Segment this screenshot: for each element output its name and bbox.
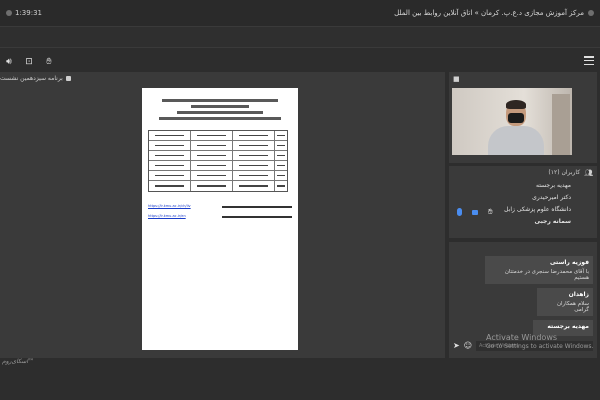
chat-text: سلام همکاران گرامی [556,301,589,313]
microphone-icon[interactable] [457,208,462,216]
presentation-title: برنامه سیزدهمین نشست [0,74,63,82]
presentation-header: برنامه سیزدهمین نشست [0,72,445,84]
chat-text: با آقای محمدرضا سنجری در خدمتتان هستیم [504,269,589,281]
chat-message: زاهدان سلام همکاران گرامی [537,288,593,316]
document-link-1[interactable]: https://lr.kmu.ac.ir/ch/liv [148,204,191,208]
webcam-video[interactable] [452,88,572,155]
send-icon[interactable]: ➤ [453,342,460,350]
activate-title: Activate Windows [486,333,558,342]
share-icon[interactable]: ⊡ [24,57,34,67]
users-icon: 👥︎ [584,168,593,177]
camera-icon: ■ [453,74,460,83]
users-panel-header: کاربران (۱۲) 👥︎ [449,166,597,179]
top-bar: 1:39:31 مرکز آموزش مجازی د.ع.پ. کرمان » … [0,0,600,26]
elapsed-time-text: 1:39:31 [15,9,42,17]
raise-hand-icon[interactable]: ✋︎ [488,208,493,216]
users-count: کاربران (۱۲) [548,169,581,176]
chat-author: فوزیه راستی [549,259,589,266]
users-panel: کاربران (۱۲) 👥︎ مهدیه برجسته دکتر امیرحی… [449,166,597,238]
toolbar: 🔊︎ ⊡ ✋︎ [0,52,600,72]
speaker-icon[interactable]: 🔊︎ [4,57,14,67]
document-icon [65,75,71,81]
user-item[interactable]: سمانه رجبی [449,215,597,227]
menu-icon[interactable] [584,56,594,65]
chat-author: مهدیه برجسته [547,323,589,330]
document-table [148,130,288,192]
chat-message: فوزیه راستی با آقای محمدرضا سنجری در خدم… [485,256,593,284]
activate-windows-overlay: Activate Windows Go to Settings to activ… [486,333,593,350]
microphone-icon[interactable] [472,210,478,215]
presentation-panel: برنامه سیزدهمین نشست https://lr.kmu.ac.i… [0,72,445,358]
document-page: https://lr.kmu.ac.ir/ch/liv https://lr.k… [142,88,298,350]
room-title: مرکز آموزش مجازی د.ع.پ. کرمان » اتاق آنل… [394,9,594,17]
bottom-bar [0,358,600,400]
video-panel: ■ [449,72,597,163]
chat-author: زاهدان [568,291,589,298]
user-controls: ✋︎ [457,208,493,216]
video-panel-header: ■ [449,72,597,85]
user-item[interactable]: دکتر امیرحیدری [449,191,597,203]
document-link-2[interactable]: https://lr.kmu.ac.ir/en [148,214,186,218]
activate-subtitle: Go to Settings to activate Windows. [486,343,594,350]
logo-icon [588,10,594,16]
room-title-text: مرکز آموزش مجازی د.ع.پ. کرمان » اتاق آنل… [394,9,584,17]
raise-hand-icon[interactable]: ✋︎ [44,57,54,67]
elapsed-time: 1:39:31 [6,9,42,17]
record-icon [6,10,12,16]
app-watermark: اسکای‌روم™ [2,358,35,365]
emoji-icon[interactable]: ☺ [464,342,472,350]
header-divider [0,26,600,48]
user-item[interactable]: مهدیه برجسته [449,179,597,191]
